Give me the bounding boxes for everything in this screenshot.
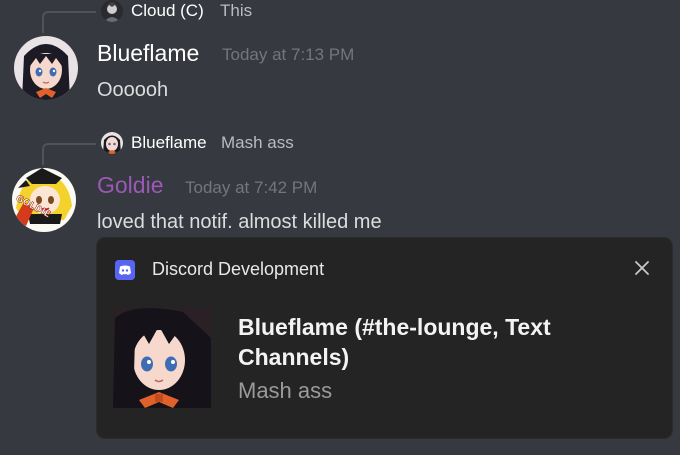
message-author[interactable]: Blueflame — [97, 40, 199, 67]
notification-toast[interactable]: Discord Development Blueflame (#the-loun… — [97, 238, 672, 438]
reply-text[interactable]: This — [220, 1, 252, 21]
reply-avatar-cloud-icon[interactable] — [101, 0, 123, 22]
message-content: loved that notif. almost killed me — [97, 211, 382, 233]
anime-girl-avatar-icon[interactable] — [14, 36, 78, 100]
message-timestamp: Today at 7:42 PM — [185, 178, 318, 197]
close-icon[interactable] — [629, 255, 655, 281]
reply-avatar-blueflame-icon[interactable] — [101, 132, 123, 154]
reply-connector — [42, 11, 96, 33]
reply-author[interactable]: Cloud (C) — [131, 1, 204, 21]
reply-text[interactable]: Mash ass — [221, 133, 294, 153]
reply-author[interactable]: Blueflame — [131, 133, 207, 153]
discord-logo-icon — [115, 260, 135, 280]
message-author[interactable]: Goldie — [97, 172, 163, 199]
message-timestamp: Today at 7:13 PM — [222, 45, 355, 64]
notification-avatar-image — [113, 308, 211, 408]
notification-body: Mash ass — [238, 378, 333, 403]
goldie-avatar-icon[interactable]: GOLDIE — [12, 168, 76, 232]
message-content: Oooooh — [97, 79, 169, 101]
notification-app-name: Discord Development — [152, 259, 325, 279]
notification-title: Blueflame (#the-lounge, Text Channels) — [238, 314, 551, 370]
reply-connector — [42, 143, 96, 165]
